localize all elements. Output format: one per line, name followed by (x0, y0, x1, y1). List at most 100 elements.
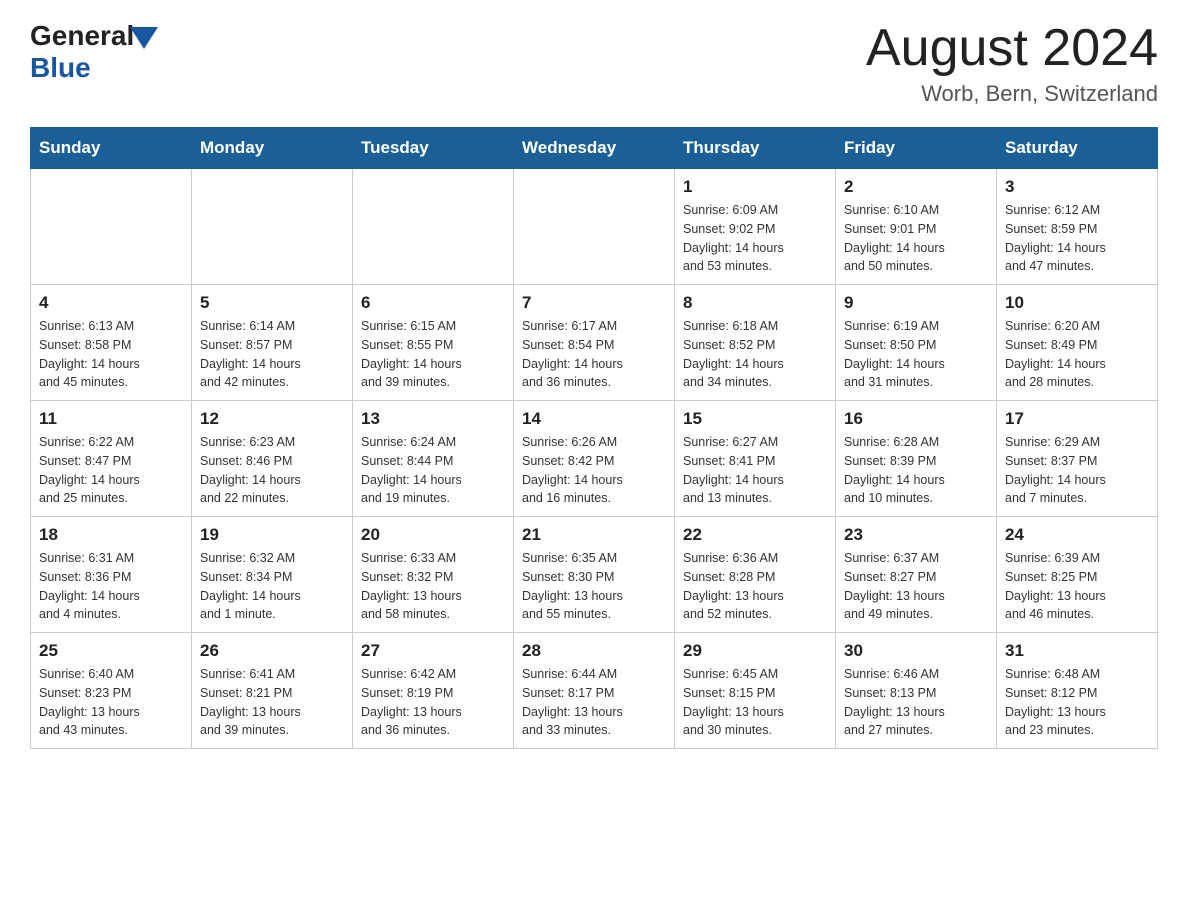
day-number: 28 (522, 641, 666, 661)
day-number: 18 (39, 525, 183, 545)
day-info: Sunrise: 6:37 AMSunset: 8:27 PMDaylight:… (844, 549, 988, 624)
calendar-cell: 30 Sunrise: 6:46 AMSunset: 8:13 PMDayligh… (836, 633, 997, 749)
day-number: 13 (361, 409, 505, 429)
day-number: 11 (39, 409, 183, 429)
calendar-cell: 4Sunrise: 6:13 AMSunset: 8:58 PMDaylight… (31, 285, 192, 401)
day-info: Sunrise: 6:15 AMSunset: 8:55 PMDaylight:… (361, 317, 505, 392)
day-number: 3 (1005, 177, 1149, 197)
day-info: Sunrise: 6:18 AMSunset: 8:52 PMDaylight:… (683, 317, 827, 392)
day-info: Sunrise: 6:13 AMSunset: 8:58 PMDaylight:… (39, 317, 183, 392)
day-info: Sunrise: 6:46 AMSunset: 8:13 PMDaylight:… (844, 665, 988, 740)
day-info: Sunrise: 6:14 AMSunset: 8:57 PMDaylight:… (200, 317, 344, 392)
calendar-cell (192, 169, 353, 285)
day-number: 26 (200, 641, 344, 661)
logo: General Blue (30, 20, 158, 84)
weekday-header-thursday: Thursday (675, 128, 836, 169)
day-info: Sunrise: 6:39 AMSunset: 8:25 PMDaylight:… (1005, 549, 1149, 624)
day-info: Sunrise: 6:22 AMSunset: 8:47 PMDaylight:… (39, 433, 183, 508)
day-info: Sunrise: 6:29 AMSunset: 8:37 PMDaylight:… (1005, 433, 1149, 508)
day-info: Sunrise: 6:28 AMSunset: 8:39 PMDaylight:… (844, 433, 988, 508)
calendar-cell (514, 169, 675, 285)
calendar-cell: 18 Sunrise: 6:31 AMSunset: 8:36 PMDayligh… (31, 517, 192, 633)
calendar-cell: 28 Sunrise: 6:44 AMSunset: 8:17 PMDayligh… (514, 633, 675, 749)
day-info: Sunrise: 6:40 AMSunset: 8:23 PMDaylight:… (39, 665, 183, 740)
week-row-2: 4Sunrise: 6:13 AMSunset: 8:58 PMDaylight… (31, 285, 1158, 401)
calendar-cell: 1Sunrise: 6:09 AMSunset: 9:02 PMDaylight… (675, 169, 836, 285)
week-row-3: 11 Sunrise: 6:22 AMSunset: 8:47 PMDayligh… (31, 401, 1158, 517)
day-number: 15 (683, 409, 827, 429)
calendar-cell: 5 Sunrise: 6:14 AMSunset: 8:57 PMDaylight… (192, 285, 353, 401)
logo-text: General Blue (30, 20, 158, 84)
day-number: 5 (200, 293, 344, 313)
day-number: 30 (844, 641, 988, 661)
week-row-5: 25 Sunrise: 6:40 AMSunset: 8:23 PMDayligh… (31, 633, 1158, 749)
day-info: Sunrise: 6:48 AMSunset: 8:12 PMDaylight:… (1005, 665, 1149, 740)
week-row-4: 18 Sunrise: 6:31 AMSunset: 8:36 PMDayligh… (31, 517, 1158, 633)
calendar-cell: 12 Sunrise: 6:23 AMSunset: 8:46 PMDayligh… (192, 401, 353, 517)
calendar-cell: 21 Sunrise: 6:35 AMSunset: 8:30 PMDayligh… (514, 517, 675, 633)
calendar-cell: 13 Sunrise: 6:24 AMSunset: 8:44 PMDayligh… (353, 401, 514, 517)
day-info: Sunrise: 6:44 AMSunset: 8:17 PMDaylight:… (522, 665, 666, 740)
day-number: 10 (1005, 293, 1149, 313)
calendar-cell: 20 Sunrise: 6:33 AMSunset: 8:32 PMDayligh… (353, 517, 514, 633)
day-number: 16 (844, 409, 988, 429)
calendar-cell: 11 Sunrise: 6:22 AMSunset: 8:47 PMDayligh… (31, 401, 192, 517)
calendar-cell: 24Sunrise: 6:39 AMSunset: 8:25 PMDayligh… (997, 517, 1158, 633)
day-number: 17 (1005, 409, 1149, 429)
day-info: Sunrise: 6:33 AMSunset: 8:32 PMDaylight:… (361, 549, 505, 624)
calendar-cell: 2Sunrise: 6:10 AMSunset: 9:01 PMDaylight… (836, 169, 997, 285)
day-number: 12 (200, 409, 344, 429)
calendar-cell: 29Sunrise: 6:45 AMSunset: 8:15 PMDayligh… (675, 633, 836, 749)
calendar-cell: 15 Sunrise: 6:27 AMSunset: 8:41 PMDayligh… (675, 401, 836, 517)
day-number: 6 (361, 293, 505, 313)
calendar-cell: 3 Sunrise: 6:12 AMSunset: 8:59 PMDaylight… (997, 169, 1158, 285)
day-info: Sunrise: 6:24 AMSunset: 8:44 PMDaylight:… (361, 433, 505, 508)
day-number: 29 (683, 641, 827, 661)
day-info: Sunrise: 6:42 AMSunset: 8:19 PMDaylight:… (361, 665, 505, 740)
day-number: 7 (522, 293, 666, 313)
day-number: 19 (200, 525, 344, 545)
day-info: Sunrise: 6:35 AMSunset: 8:30 PMDaylight:… (522, 549, 666, 624)
calendar-cell: 31Sunrise: 6:48 AMSunset: 8:12 PMDayligh… (997, 633, 1158, 749)
day-info: Sunrise: 6:20 AMSunset: 8:49 PMDaylight:… (1005, 317, 1149, 392)
day-info: Sunrise: 6:36 AMSunset: 8:28 PMDaylight:… (683, 549, 827, 624)
calendar-cell: 16 Sunrise: 6:28 AMSunset: 8:39 PMDayligh… (836, 401, 997, 517)
calendar-cell: 27 Sunrise: 6:42 AMSunset: 8:19 PMDayligh… (353, 633, 514, 749)
day-number: 27 (361, 641, 505, 661)
day-info: Sunrise: 6:12 AMSunset: 8:59 PMDaylight:… (1005, 201, 1149, 276)
page-header: General Blue August 2024 Worb, Bern, Swi… (30, 20, 1158, 107)
weekday-header-sunday: Sunday (31, 128, 192, 169)
day-number: 1 (683, 177, 827, 197)
weekday-header-row: SundayMondayTuesdayWednesdayThursdayFrid… (31, 128, 1158, 169)
day-number: 25 (39, 641, 183, 661)
calendar-cell: 25 Sunrise: 6:40 AMSunset: 8:23 PMDayligh… (31, 633, 192, 749)
logo-triangle-icon (130, 27, 158, 49)
logo-blue: Blue (30, 52, 158, 84)
calendar-cell: 14Sunrise: 6:26 AMSunset: 8:42 PMDayligh… (514, 401, 675, 517)
day-number: 14 (522, 409, 666, 429)
day-info: Sunrise: 6:27 AMSunset: 8:41 PMDaylight:… (683, 433, 827, 508)
calendar-cell: 26 Sunrise: 6:41 AMSunset: 8:21 PMDayligh… (192, 633, 353, 749)
week-row-1: 1Sunrise: 6:09 AMSunset: 9:02 PMDaylight… (31, 169, 1158, 285)
calendar-cell: 8 Sunrise: 6:18 AMSunset: 8:52 PMDaylight… (675, 285, 836, 401)
calendar-cell: 7Sunrise: 6:17 AMSunset: 8:54 PMDaylight… (514, 285, 675, 401)
day-number: 8 (683, 293, 827, 313)
day-number: 20 (361, 525, 505, 545)
calendar-cell: 17 Sunrise: 6:29 AMSunset: 8:37 PMDayligh… (997, 401, 1158, 517)
day-number: 22 (683, 525, 827, 545)
day-number: 23 (844, 525, 988, 545)
day-number: 21 (522, 525, 666, 545)
day-info: Sunrise: 6:19 AMSunset: 8:50 PMDaylight:… (844, 317, 988, 392)
day-info: Sunrise: 6:31 AMSunset: 8:36 PMDaylight:… (39, 549, 183, 624)
day-info: Sunrise: 6:10 AMSunset: 9:01 PMDaylight:… (844, 201, 988, 276)
weekday-header-friday: Friday (836, 128, 997, 169)
day-info: Sunrise: 6:23 AMSunset: 8:46 PMDaylight:… (200, 433, 344, 508)
calendar-cell (31, 169, 192, 285)
weekday-header-wednesday: Wednesday (514, 128, 675, 169)
calendar-cell: 22 Sunrise: 6:36 AMSunset: 8:28 PMDayligh… (675, 517, 836, 633)
weekday-header-monday: Monday (192, 128, 353, 169)
title-area: August 2024 Worb, Bern, Switzerland (866, 20, 1158, 107)
calendar-cell (353, 169, 514, 285)
day-info: Sunrise: 6:41 AMSunset: 8:21 PMDaylight:… (200, 665, 344, 740)
calendar-cell: 23 Sunrise: 6:37 AMSunset: 8:27 PMDayligh… (836, 517, 997, 633)
